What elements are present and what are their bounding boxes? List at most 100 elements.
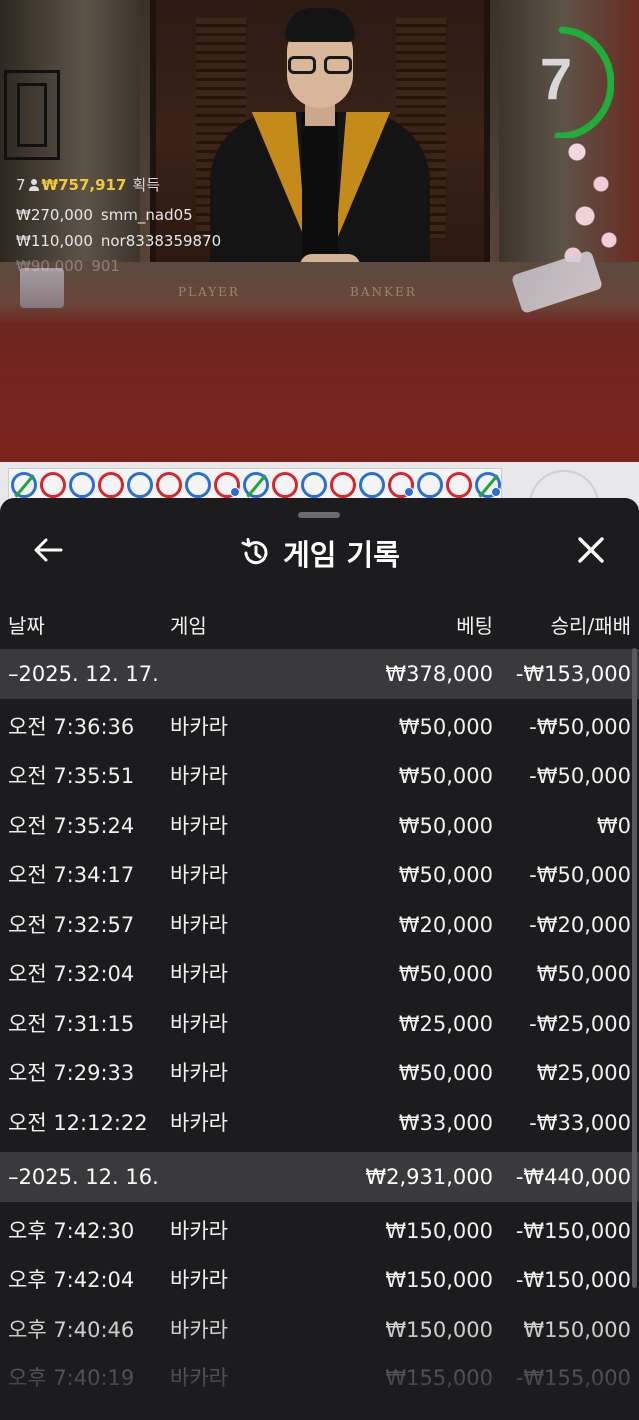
row-time: 오전 7:35:24 bbox=[8, 814, 135, 838]
row-bet: ₩25,000 bbox=[398, 1012, 493, 1036]
row-result: -₩50,000 bbox=[529, 863, 631, 887]
player-bet-amount: ₩270,000 bbox=[16, 206, 93, 224]
bead-blue bbox=[417, 472, 443, 498]
bead-tie-pair bbox=[475, 472, 501, 498]
row-game: 바카라 bbox=[170, 1012, 228, 1036]
row-bet: ₩50,000 bbox=[398, 962, 493, 986]
bead-blue bbox=[185, 472, 211, 498]
row-result: ₩50,000 bbox=[536, 962, 631, 986]
win-amount: ₩757,917 bbox=[41, 175, 127, 194]
row-time: 오전 7:35:51 bbox=[8, 764, 135, 788]
sheet-title: 게임 기록 bbox=[283, 538, 400, 572]
history-icon bbox=[241, 538, 268, 565]
row-time: 오전 7:36:36 bbox=[8, 715, 135, 739]
table-row[interactable]: 오후 7:40:46 바카라 ₩150,000 ₩150,000 bbox=[0, 1306, 639, 1355]
live-video-stream[interactable]: PLAYER BANKER 7 7 ₩757,917 획득 ₩270,000 sm… bbox=[0, 0, 639, 462]
sheet-header: 게임 기록 bbox=[0, 532, 639, 574]
bead-red bbox=[330, 472, 356, 498]
player-bet-amount: ₩90,000 bbox=[16, 257, 84, 271]
group-date: –2025. 12. 17. bbox=[8, 662, 159, 686]
column-header-date: 날짜 bbox=[8, 614, 45, 638]
dealer bbox=[190, 0, 450, 278]
bead-blue bbox=[359, 472, 385, 498]
game-history-sheet: 게임 기록 날짜 게임 베팅 승리/패배 –2025. 12. 17. ₩378… bbox=[0, 498, 639, 1420]
date-group-row[interactable]: –2025. 12. 16. ₩2,931,000 -₩440,000 bbox=[0, 1152, 639, 1202]
bead-red-pair bbox=[214, 472, 240, 498]
table-row[interactable]: 오전 7:29:33 바카라 ₩50,000 ₩25,000 bbox=[0, 1049, 639, 1098]
player-bet-line: ₩270,000 smm_nad05 bbox=[16, 206, 193, 224]
date-group-row[interactable]: –2025. 12. 17. ₩378,000 -₩153,000 bbox=[0, 649, 639, 699]
bead-tie bbox=[243, 472, 269, 498]
row-game: 바카라 bbox=[170, 1219, 228, 1243]
row-result: -₩50,000 bbox=[529, 715, 631, 739]
close-icon bbox=[578, 537, 604, 563]
row-bet: ₩50,000 bbox=[398, 764, 493, 788]
row-game: 바카라 bbox=[170, 814, 228, 838]
row-time: 오후 7:40:46 bbox=[8, 1318, 135, 1342]
row-game: 바카라 bbox=[170, 913, 228, 937]
close-button[interactable] bbox=[568, 532, 614, 574]
table-row[interactable]: 오전 7:35:51 바카라 ₩50,000 -₩50,000 bbox=[0, 752, 639, 801]
row-result: -₩33,000 bbox=[529, 1111, 631, 1135]
row-game: 바카라 bbox=[170, 715, 228, 739]
row-bet: ₩150,000 bbox=[385, 1318, 493, 1342]
column-header-bet: 베팅 bbox=[456, 614, 493, 638]
table-row[interactable]: 오전 7:35:24 바카라 ₩50,000 ₩0 bbox=[0, 802, 639, 851]
row-time: 오전 7:31:15 bbox=[8, 1012, 135, 1036]
group-date: –2025. 12. 16. bbox=[8, 1165, 159, 1189]
scrollbar[interactable] bbox=[632, 648, 637, 1288]
row-game: 바카라 bbox=[170, 863, 228, 887]
card-tray bbox=[20, 268, 64, 308]
win-label: 획득 bbox=[132, 176, 161, 194]
row-time: 오후 7:42:30 bbox=[8, 1219, 135, 1243]
felt-banker-label: BANKER bbox=[350, 285, 417, 299]
row-result: -₩150,000 bbox=[515, 1219, 631, 1243]
table-row[interactable]: 오후 7:40:19 바카라 ₩155,000 -₩155,000 bbox=[0, 1354, 639, 1403]
row-game: 바카라 bbox=[170, 962, 228, 986]
row-result: ₩0 bbox=[596, 814, 631, 838]
table-row[interactable]: 오전 7:31:15 바카라 ₩25,000 -₩25,000 bbox=[0, 1000, 639, 1049]
row-time: 오전 7:32:04 bbox=[8, 962, 135, 986]
row-game: 바카라 bbox=[170, 1111, 228, 1135]
group-bet-total: ₩378,000 bbox=[385, 662, 493, 686]
row-game: 바카라 bbox=[170, 1268, 228, 1292]
table-row[interactable]: 오전 7:32:57 바카라 ₩20,000 -₩20,000 bbox=[0, 901, 639, 950]
bead-red-pair bbox=[388, 472, 414, 498]
row-bet: ₩50,000 bbox=[398, 863, 493, 887]
countdown-timer: 7 bbox=[539, 47, 573, 112]
table-row[interactable]: 오전 7:32:04 바카라 ₩50,000 ₩50,000 bbox=[0, 950, 639, 999]
sheet-drag-handle[interactable] bbox=[298, 512, 340, 518]
lattice-decoration bbox=[4, 70, 60, 160]
row-bet: ₩50,000 bbox=[398, 715, 493, 739]
bead-tie bbox=[11, 472, 37, 498]
dealer-hair bbox=[285, 8, 355, 42]
row-time: 오후 7:42:04 bbox=[8, 1268, 135, 1292]
row-time: 오후 7:40:19 bbox=[8, 1366, 135, 1390]
table-row[interactable]: 오후 7:42:30 바카라 ₩150,000 -₩150,000 bbox=[0, 1207, 639, 1256]
bead-red bbox=[40, 472, 66, 498]
bead-red bbox=[446, 472, 472, 498]
table-row[interactable]: 오후 7:42:04 바카라 ₩150,000 -₩150,000 bbox=[0, 1256, 639, 1305]
bead-red bbox=[272, 472, 298, 498]
bead-blue bbox=[69, 472, 95, 498]
row-bet: ₩20,000 bbox=[398, 913, 493, 937]
table-row[interactable]: 오전 12:12:22 바카라 ₩33,000 -₩33,000 bbox=[0, 1099, 639, 1148]
row-bet: ₩150,000 bbox=[385, 1268, 493, 1292]
row-result: -₩50,000 bbox=[529, 764, 631, 788]
row-time: 오전 7:32:57 bbox=[8, 913, 135, 937]
bead-blue bbox=[127, 472, 153, 498]
player-username: smm_nad05 bbox=[100, 206, 193, 224]
row-bet: ₩155,000 bbox=[385, 1366, 493, 1390]
row-result: ₩25,000 bbox=[536, 1061, 631, 1085]
win-summary: 7 ₩757,917 획득 bbox=[16, 174, 160, 195]
row-result: -₩150,000 bbox=[515, 1268, 631, 1292]
row-bet: ₩33,000 bbox=[398, 1111, 493, 1135]
table-row[interactable]: 오전 7:34:17 바카라 ₩50,000 -₩50,000 bbox=[0, 851, 639, 900]
table-row[interactable]: 오전 7:36:36 바카라 ₩50,000 -₩50,000 bbox=[0, 703, 639, 752]
row-game: 바카라 bbox=[170, 1366, 228, 1390]
group-result-total: -₩153,000 bbox=[515, 662, 631, 686]
column-header-result: 승리/패배 bbox=[550, 614, 631, 638]
row-game: 바카라 bbox=[170, 764, 228, 788]
row-game: 바카라 bbox=[170, 1061, 228, 1085]
person-icon bbox=[28, 179, 39, 191]
